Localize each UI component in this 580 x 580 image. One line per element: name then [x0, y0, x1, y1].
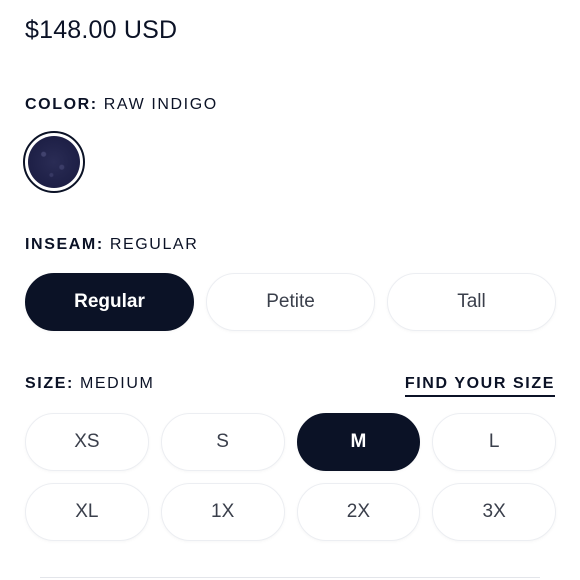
- divider: [40, 577, 540, 578]
- price: $148.00 USD: [25, 16, 178, 44]
- size-option-xl[interactable]: XL: [25, 483, 149, 541]
- size-option-1x[interactable]: 1X: [160, 483, 285, 541]
- find-your-size-link[interactable]: FIND YOUR SIZE: [404, 375, 555, 397]
- color-label-key: COLOR:: [25, 96, 98, 113]
- size-option-2x[interactable]: 2X: [296, 483, 421, 541]
- size-option-m[interactable]: M: [296, 413, 421, 471]
- color-label: COLOR: RAW INDIGO: [25, 96, 218, 114]
- inseam-label-key: INSEAM:: [25, 236, 104, 253]
- size-label-key: SIZE:: [25, 375, 74, 392]
- size-option-s[interactable]: S: [160, 413, 285, 471]
- size-options: XS S M L XL 1X 2X 3X: [25, 413, 556, 541]
- color-label-value: RAW INDIGO: [103, 96, 218, 113]
- inseam-label: INSEAM: REGULAR: [25, 236, 198, 254]
- size-label-value: MEDIUM: [79, 375, 155, 392]
- color-swatch-raw-indigo[interactable]: [23, 131, 85, 193]
- inseam-option-petite[interactable]: Petite: [206, 273, 375, 331]
- color-swatch-fill: [28, 136, 80, 188]
- size-option-3x[interactable]: 3X: [432, 483, 556, 541]
- size-label: SIZE: MEDIUM: [25, 375, 154, 393]
- size-option-l[interactable]: L: [432, 413, 556, 471]
- inseam-options: Regular Petite Tall: [25, 273, 556, 331]
- size-option-xs[interactable]: XS: [25, 413, 149, 471]
- inseam-option-regular[interactable]: Regular: [25, 273, 194, 331]
- inseam-label-value: REGULAR: [109, 236, 199, 253]
- inseam-option-tall[interactable]: Tall: [387, 273, 556, 331]
